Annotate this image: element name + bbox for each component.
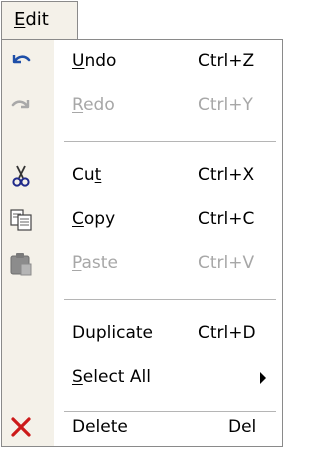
menu-item-copy-shortcut: Ctrl+C [198, 209, 255, 229]
menu-item-duplicate-label: Duplicate [72, 323, 153, 343]
menu-item-undo-label: Undo [72, 51, 117, 71]
menu-item-cut-label: Cut [72, 165, 102, 185]
menu-item-copy-label: Copy [72, 209, 116, 229]
menu-item-undo[interactable]: Undo Ctrl+Z [2, 40, 282, 84]
copy-icon [10, 209, 32, 231]
menu-item-cut-shortcut: Ctrl+X [198, 165, 255, 185]
menu-item-cut[interactable]: Cut Ctrl+X [2, 154, 282, 198]
menu-item-undo-shortcut: Ctrl+Z [198, 51, 255, 71]
menu-item-duplicate-shortcut: Ctrl+D [198, 323, 256, 343]
delete-icon [11, 417, 31, 437]
menu-item-select-all[interactable]: Select All [2, 356, 282, 400]
menu-item-paste-shortcut: Ctrl+V [198, 253, 255, 273]
menu-item-copy[interactable]: Copy Ctrl+C [2, 198, 282, 242]
menu-item-select-all-label: Select All [72, 367, 151, 387]
menu-item-paste[interactable]: Paste Ctrl+V [2, 242, 282, 286]
edit-dropdown-menu: Undo Ctrl+Z Redo Ctrl+Y Cut Ctrl+X Copy … [1, 39, 283, 447]
menu-bar: Edit [0, 0, 285, 42]
undo-icon [12, 55, 31, 64]
menu-item-redo-label: Redo [72, 95, 115, 115]
scissors-icon [12, 165, 30, 187]
menu-item-delete-label: Delete [72, 417, 128, 437]
menu-separator [64, 141, 276, 142]
menu-item-redo[interactable]: Redo Ctrl+Y [2, 84, 282, 128]
paste-icon [10, 253, 32, 276]
edit-menu-label: Edit [14, 9, 49, 30]
menu-item-redo-shortcut: Ctrl+Y [198, 95, 253, 115]
menu-item-paste-label: Paste [72, 253, 118, 273]
edit-menu-title[interactable]: Edit [1, 1, 78, 39]
submenu-arrow-icon [260, 372, 266, 384]
redo-icon [11, 100, 30, 109]
menu-item-delete[interactable]: Delete Del [2, 403, 282, 447]
menu-item-delete-shortcut: Del [228, 417, 257, 437]
menu-item-duplicate[interactable]: Duplicate Ctrl+D [2, 312, 282, 356]
menu-separator [64, 299, 276, 300]
